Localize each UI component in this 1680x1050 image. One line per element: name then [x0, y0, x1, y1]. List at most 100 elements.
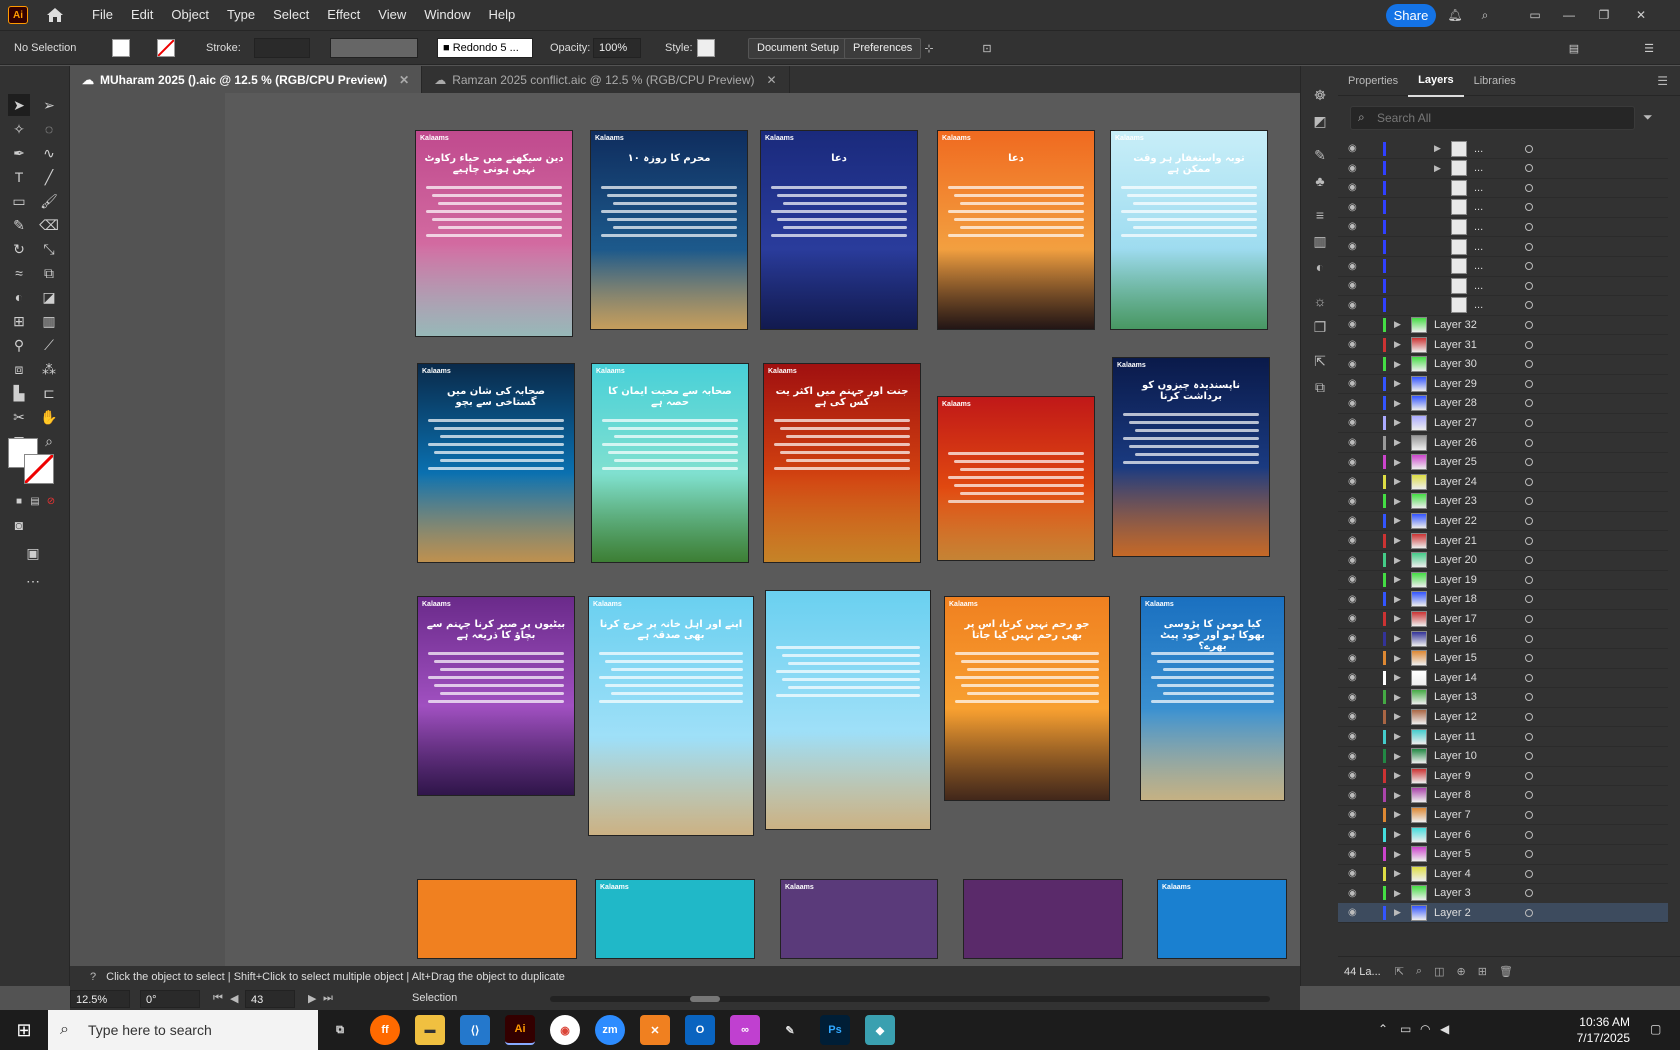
layer-row[interactable]: ◉ ▶ Layer 25 [1338, 453, 1668, 473]
zoom-tool-icon[interactable]: ⌕ [38, 430, 60, 452]
layer-row[interactable]: ◉ ▶ Layer 13 [1338, 688, 1668, 708]
target-circle-icon[interactable] [1525, 379, 1533, 388]
stroke-weight-field[interactable] [254, 38, 310, 58]
visibility-eye-icon[interactable]: ◉ [1348, 751, 1362, 762]
minimize-icon[interactable]: — [1560, 6, 1578, 24]
fill-swatch[interactable] [112, 39, 130, 57]
layer-row[interactable]: ◉ ▶ Layer 16 [1338, 629, 1668, 649]
layer-row[interactable]: ◉ ▶ Layer 8 [1338, 786, 1668, 806]
visibility-eye-icon[interactable]: ◉ [1348, 437, 1362, 448]
visibility-eye-icon[interactable]: ◉ [1348, 849, 1362, 860]
shape-builder-icon[interactable]: ◐ [8, 286, 30, 308]
target-circle-icon[interactable] [1525, 516, 1533, 525]
target-circle-icon[interactable] [1525, 732, 1533, 741]
artboards-panel-icon[interactable]: ⧉ [1311, 378, 1329, 396]
align-icon[interactable]: ⊹ [920, 39, 938, 57]
brush-definition-select[interactable]: ■ Redondo 5 ... [437, 38, 533, 58]
expand-chevron-icon[interactable]: ▶ [1394, 378, 1401, 389]
mesh-tool-icon[interactable]: ⊞ [8, 310, 30, 332]
menu-view[interactable]: View [369, 0, 415, 30]
visibility-eye-icon[interactable]: ◉ [1348, 359, 1362, 370]
visibility-eye-icon[interactable]: ◉ [1348, 300, 1362, 311]
photoshop-icon[interactable]: Ps [820, 1015, 850, 1045]
visibility-eye-icon[interactable]: ◉ [1348, 672, 1362, 683]
expand-chevron-icon[interactable]: ▶ [1394, 653, 1401, 664]
system-clock[interactable]: 10:36 AM 7/17/2025 [1577, 1014, 1630, 1046]
target-circle-icon[interactable] [1525, 438, 1533, 447]
artboard-card[interactable]: Kalaams دعا [760, 130, 918, 330]
visibility-eye-icon[interactable]: ◉ [1348, 907, 1362, 918]
visibility-eye-icon[interactable]: ◉ [1348, 711, 1362, 722]
graphic-styles-icon[interactable]: ♣ [1311, 172, 1329, 190]
artboard-card[interactable] [765, 590, 931, 830]
layer-row[interactable]: ◉ ▶ Layer 6 [1338, 825, 1668, 845]
expand-chevron-icon[interactable]: ▶ [1394, 672, 1401, 683]
visibility-eye-icon[interactable]: ◉ [1348, 809, 1362, 820]
visibility-eye-icon[interactable]: ◉ [1348, 633, 1362, 644]
expand-chevron-icon[interactable]: ▶ [1394, 790, 1401, 801]
magic-wand-icon[interactable]: ✧ [8, 118, 30, 140]
chrome-icon[interactable]: ◉ [550, 1015, 580, 1045]
file-explorer-icon[interactable]: ▬ [415, 1015, 445, 1045]
artboard-card[interactable]: Kalaams صحابہ کی شان میں گستاخی سے بچو [417, 363, 575, 563]
expand-chevron-icon[interactable]: ▶ [1394, 398, 1401, 409]
artboard-card[interactable]: Kalaams [937, 396, 1095, 561]
document-setup-button[interactable]: Document Setup [748, 38, 848, 59]
visibility-eye-icon[interactable]: ◉ [1348, 221, 1362, 232]
target-circle-icon[interactable] [1525, 242, 1533, 251]
home-icon[interactable] [44, 4, 66, 26]
target-circle-icon[interactable] [1525, 634, 1533, 643]
filter-icon[interactable]: ⏷ [1643, 110, 1653, 125]
eyedropper-icon[interactable]: ⚲ [8, 334, 30, 356]
tray-chevron-icon[interactable]: ⌃ [1378, 1022, 1388, 1036]
target-circle-icon[interactable] [1525, 908, 1533, 917]
expand-chevron-icon[interactable]: ▶ [1394, 809, 1401, 820]
expand-chevron-icon[interactable]: ▶ [1394, 535, 1401, 546]
canvas[interactable]: Kalaams دین سیکھنے میں حیاء رکاوٹ نہیں ہو… [70, 93, 1370, 968]
visibility-eye-icon[interactable]: ◉ [1348, 594, 1362, 605]
visibility-eye-icon[interactable]: ◉ [1348, 378, 1362, 389]
target-circle-icon[interactable] [1525, 183, 1533, 192]
target-circle-icon[interactable] [1525, 850, 1533, 859]
layer-row[interactable]: ◉ ▶ Layer 24 [1338, 472, 1668, 493]
opacity-field[interactable]: 100% [593, 38, 641, 58]
expand-chevron-icon[interactable]: ▶ [1394, 770, 1401, 781]
bell-icon[interactable]: 🔔︎ [1446, 6, 1464, 24]
transparency-icon[interactable]: ◐ [1311, 258, 1329, 276]
locate-object-icon[interactable]: ⌕ [1416, 965, 1422, 978]
visibility-eye-icon[interactable]: ◉ [1348, 613, 1362, 624]
visibility-eye-icon[interactable]: ◉ [1348, 476, 1362, 487]
last-artboard-icon[interactable]: ⏭ [323, 992, 333, 1005]
image-trace-icon[interactable]: ◩ [1311, 112, 1329, 130]
artboard-card[interactable]: Kalaams ناپسندیدہ چیزوں کو برداشت کرنا [1112, 357, 1270, 557]
expand-chevron-icon[interactable]: ▶ [1394, 829, 1401, 840]
expand-chevron-icon[interactable]: ▶ [1394, 751, 1401, 762]
visibility-eye-icon[interactable]: ◉ [1348, 692, 1362, 703]
arrange-icon[interactable]: ▤ [1565, 39, 1583, 57]
layer-row[interactable]: ◉... [1338, 276, 1668, 297]
close-tab-icon[interactable]: ✕ [767, 73, 777, 87]
target-circle-icon[interactable] [1525, 262, 1533, 271]
visibility-eye-icon[interactable]: ◉ [1348, 653, 1362, 664]
expand-chevron-icon[interactable]: ▶ [1394, 339, 1401, 350]
target-circle-icon[interactable] [1525, 222, 1533, 231]
workspace-icon[interactable]: ▭ [1526, 6, 1544, 24]
menu-file[interactable]: File [83, 0, 122, 30]
layer-row[interactable]: ◉ ▶ Layer 9 [1338, 766, 1668, 787]
expand-chevron-icon[interactable]: ▶ [1394, 594, 1401, 605]
rotate-tool-icon[interactable]: ↻ [8, 238, 30, 260]
layer-row[interactable]: ◉ ▶... [1338, 139, 1668, 159]
export-icon[interactable]: ⇱ [1311, 352, 1329, 370]
expand-chevron-icon[interactable]: ▶ [1394, 437, 1401, 448]
tab-libraries[interactable]: Libraries [1464, 66, 1526, 96]
warp-tool-icon[interactable]: ≈ [8, 262, 30, 284]
visibility-eye-icon[interactable]: ◉ [1348, 398, 1362, 409]
menu-window[interactable]: Window [415, 0, 479, 30]
layer-row[interactable]: ◉... [1338, 217, 1668, 238]
symbol-sprayer-icon[interactable]: ⁂ [38, 358, 60, 380]
artboard-card[interactable] [963, 879, 1123, 959]
expand-chevron-icon[interactable]: ▶ [1434, 163, 1441, 174]
expand-chevron-icon[interactable]: ▶ [1394, 888, 1401, 899]
close-icon[interactable]: ✕ [1632, 6, 1650, 24]
layer-row[interactable]: ◉... [1338, 296, 1668, 316]
